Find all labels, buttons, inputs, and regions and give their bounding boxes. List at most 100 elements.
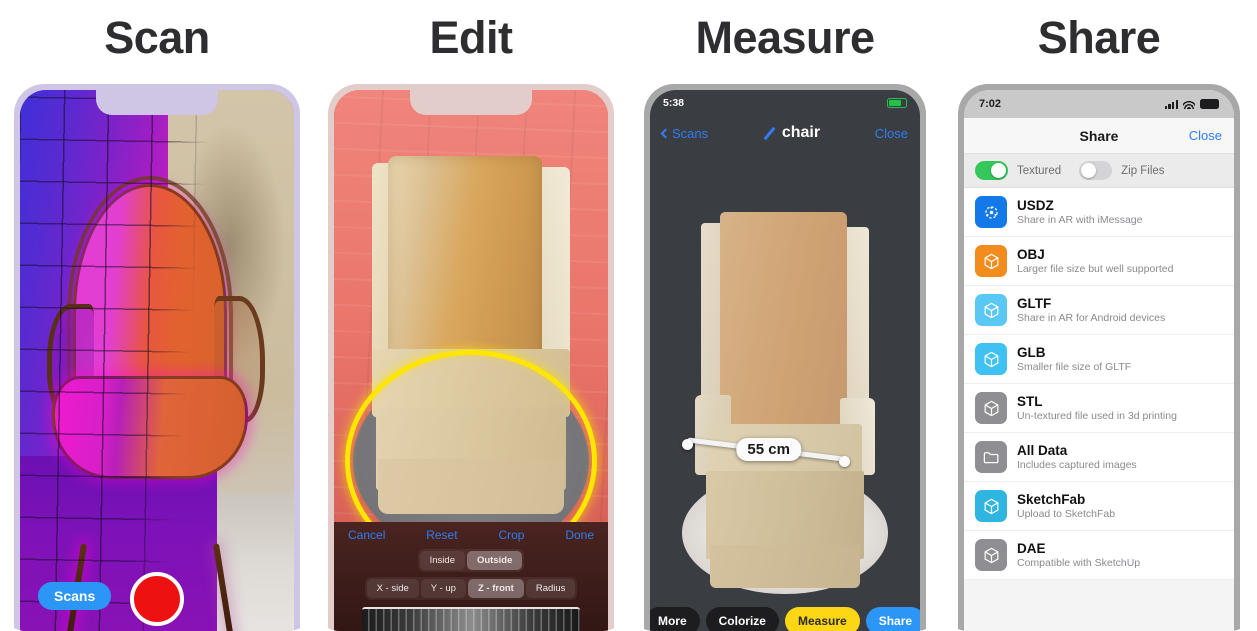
crop-button[interactable]: Crop: [498, 528, 524, 542]
list-item-text: SketchFab Upload to SketchFab: [1017, 492, 1115, 521]
list-item[interactable]: SketchFab Upload to SketchFab: [964, 482, 1234, 531]
folder-icon: [975, 441, 1007, 473]
phone-frame-measure: 5:38 Scans chair Close 55 cm More Colori…: [644, 84, 926, 631]
cube-icon: [975, 294, 1007, 326]
reset-button[interactable]: Reset: [426, 528, 457, 542]
list-item-text: All Data Includes captured images: [1017, 443, 1137, 472]
list-item[interactable]: GLB Smaller file size of GLTF: [964, 335, 1234, 384]
list-item[interactable]: All Data Includes captured images: [964, 433, 1234, 482]
phone-screen-scan: Scans: [20, 90, 294, 631]
measure-tab-bar: More Colorize Measure Share: [650, 598, 920, 631]
measurement-endpoint-start[interactable]: [682, 438, 694, 450]
cellular-signal-icon: [1164, 99, 1178, 109]
format-name: SketchFab: [1017, 491, 1086, 507]
wifi-icon: [1183, 99, 1195, 109]
segment-inside[interactable]: Inside: [419, 551, 465, 570]
panel-title-measure: Measure: [695, 12, 875, 63]
format-name: USDZ: [1017, 197, 1054, 213]
back-label: Scans: [672, 125, 709, 141]
format-name: OBJ: [1017, 246, 1045, 262]
chair-backrest: [719, 211, 847, 424]
measure-button[interactable]: Measure: [784, 607, 860, 631]
status-time: 7:02: [979, 98, 1002, 110]
segment-z-front[interactable]: Z - front: [467, 579, 524, 598]
textured-label: Textured: [1017, 164, 1062, 177]
share-sheet: Share Close Textured Zip Files USDZ Shar…: [964, 118, 1234, 631]
format-description: Share in AR for Android devices: [1017, 312, 1166, 325]
format-name: All Data: [1017, 442, 1068, 458]
toggle-knob: [990, 162, 1007, 179]
format-description: Smaller file size of GLTF: [1017, 361, 1132, 374]
segment-x-side[interactable]: X - side: [366, 579, 419, 598]
phone-notch: [96, 90, 218, 115]
pencil-icon: [763, 127, 776, 140]
format-name: GLB: [1017, 344, 1046, 360]
chevron-left-icon: [660, 128, 671, 138]
format-name: DAE: [1017, 540, 1046, 556]
list-item[interactable]: GLTF Share in AR for Android devices: [964, 286, 1234, 335]
record-button[interactable]: [130, 572, 184, 626]
colorize-button[interactable]: Colorize: [705, 607, 779, 631]
share-sheet-header: Share Close: [964, 118, 1234, 154]
list-item[interactable]: STL Un-textured file used in 3d printing: [964, 384, 1234, 433]
panel-title-share: Share: [1037, 12, 1161, 63]
cancel-button[interactable]: Cancel: [348, 528, 385, 542]
zip-files-toggle[interactable]: [1079, 161, 1113, 180]
close-button[interactable]: Close: [1189, 128, 1222, 143]
phone-screen-share: 7:02 Share Close Textured Zip Files USDZ…: [964, 90, 1234, 631]
done-button[interactable]: Done: [565, 528, 594, 542]
format-description: Includes captured images: [1017, 459, 1137, 472]
status-icons: [1164, 99, 1219, 109]
edit-action-row: Cancel Reset Crop Done: [334, 528, 608, 542]
measurement-value-label: 55 cm: [736, 437, 801, 461]
format-description: Larger file size but well supported: [1017, 263, 1174, 276]
close-button[interactable]: Close: [875, 126, 908, 141]
scan-title-text: chair: [781, 124, 821, 141]
phone-screen-edit: Cancel Reset Crop Done Inside Outside X: [334, 90, 608, 631]
measurement-annotation[interactable]: 55 cm: [682, 431, 850, 471]
list-item[interactable]: DAE Compatible with SketchUp: [964, 531, 1234, 580]
crop-value-dial-slider[interactable]: [362, 607, 580, 631]
panel-title-edit: Edit: [429, 12, 514, 63]
phone-notch: [410, 90, 532, 115]
status-time: 5:38: [663, 97, 685, 109]
format-description: Un-textured file used in 3d printing: [1017, 410, 1177, 423]
segment-y-up[interactable]: Y - up: [420, 579, 466, 598]
panel-title-scan: Scan: [104, 12, 210, 63]
measurement-endpoint-end[interactable]: [838, 455, 850, 467]
scan-title[interactable]: chair: [763, 124, 820, 142]
zip-files-label: Zip Files: [1121, 164, 1165, 177]
inside-outside-segmented-control: Inside Outside: [334, 549, 608, 572]
share-button[interactable]: Share: [865, 607, 920, 631]
back-to-scans-button[interactable]: Scans: [660, 125, 709, 141]
list-item-text: STL Un-textured file used in 3d printing: [1017, 394, 1177, 423]
navigation-bar: Scans chair Close: [650, 116, 920, 150]
segment-outside[interactable]: Outside: [466, 551, 523, 570]
usdz-icon: [975, 196, 1007, 228]
cube-icon: [975, 343, 1007, 375]
chair-wing-right: [542, 166, 570, 366]
cube-icon: [975, 490, 1007, 522]
share-options-row: Textured Zip Files: [964, 154, 1234, 188]
scans-button[interactable]: Scans: [38, 582, 112, 610]
panel-measure: Measure 5:38 Scans chair Close 55 cm Mor…: [628, 0, 942, 631]
format-description: Upload to SketchFab: [1017, 508, 1116, 521]
panel-edit: Edit Cancel Reset Crop Done Inside Outsi…: [314, 0, 628, 631]
list-item-text: OBJ Larger file size but well supported: [1017, 247, 1173, 276]
segment-radius[interactable]: Radius: [525, 579, 576, 598]
format-description: Compatible with SketchUp: [1017, 557, 1141, 570]
format-description: Share in AR with iMessage: [1017, 214, 1143, 227]
list-item[interactable]: USDZ Share in AR with iMessage: [964, 188, 1234, 237]
phone-frame-edit: Cancel Reset Crop Done Inside Outside X: [328, 84, 614, 631]
screenshot-gallery: Scan Scans Edit Cancel Reset Crop Done I…: [0, 0, 1257, 631]
chair-backrest: [388, 156, 542, 370]
list-item-text: GLTF Share in AR for Android devices: [1017, 296, 1165, 325]
textured-toggle[interactable]: [975, 161, 1008, 180]
chair-skirt: [709, 544, 861, 589]
share-sheet-title: Share: [1079, 127, 1119, 144]
measure-chair-model: [694, 211, 876, 589]
export-format-list: USDZ Share in AR with iMessage OBJ Large…: [964, 188, 1234, 580]
phone-frame-share: 7:02 Share Close Textured Zip Files USDZ…: [958, 84, 1240, 631]
list-item[interactable]: OBJ Larger file size but well supported: [964, 237, 1234, 286]
more-button[interactable]: More: [650, 607, 700, 631]
